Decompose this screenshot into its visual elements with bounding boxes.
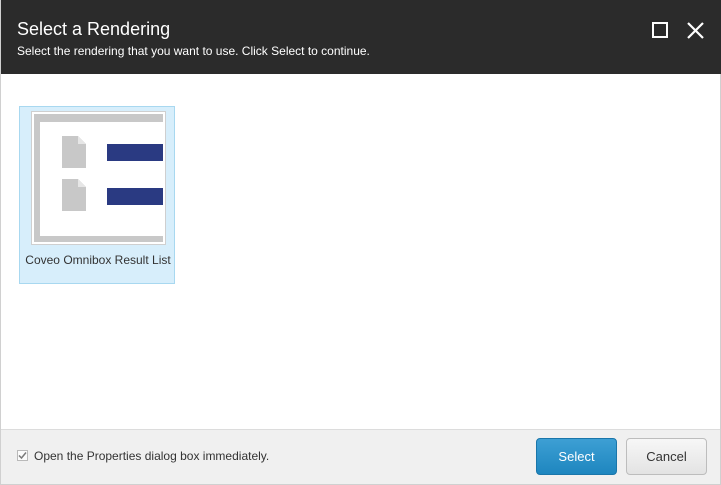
dialog-header: Select a Rendering Select the rendering … [1, 0, 721, 74]
rendering-label: Coveo Omnibox Result List [25, 253, 171, 267]
result-list-thumbnail-icon [34, 114, 163, 242]
rendering-thumbnail [31, 111, 166, 245]
rendering-item-coveo-omnibox-result-list[interactable]: Coveo Omnibox Result List [19, 106, 175, 284]
checkmark-icon [18, 452, 27, 460]
dialog-subtitle: Select the rendering that you want to us… [17, 44, 370, 58]
cancel-button[interactable]: Cancel [626, 438, 707, 475]
dialog-title: Select a Rendering [17, 19, 171, 39]
open-properties-checkbox[interactable] [17, 450, 28, 461]
renderings-list: Coveo Omnibox Result List [1, 74, 720, 429]
dialog-footer: Open the Properties dialog box immediate… [1, 429, 720, 484]
close-icon [687, 22, 704, 39]
maximize-icon [652, 22, 668, 38]
open-properties-label: Open the Properties dialog box immediate… [34, 449, 270, 463]
close-button[interactable] [686, 21, 706, 41]
select-rendering-dialog: Select a Rendering Select the rendering … [0, 0, 721, 485]
maximize-button[interactable] [651, 21, 671, 41]
select-button[interactable]: Select [536, 438, 617, 475]
